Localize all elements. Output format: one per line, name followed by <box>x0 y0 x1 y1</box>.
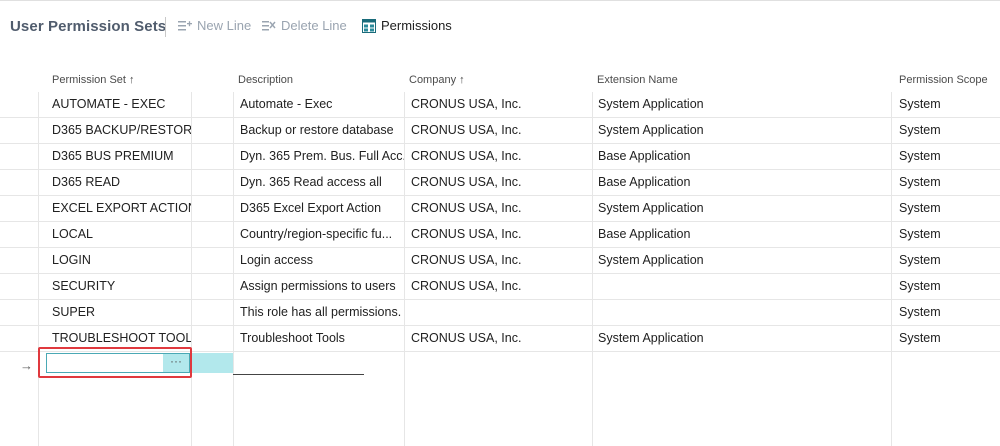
cell-company[interactable]: CRONUS USA, Inc. <box>411 274 592 299</box>
cell-extension-name: Base Application <box>598 149 691 163</box>
cell-description[interactable]: Backup or restore database <box>240 118 404 143</box>
cell-extension-name <box>598 274 891 299</box>
cell-description[interactable]: Login access <box>240 248 404 273</box>
cell-company[interactable]: CRONUS USA, Inc. <box>411 92 592 117</box>
cell-description[interactable]: Country/region-specific fu... <box>240 222 404 247</box>
table-row[interactable]: LOGIN Login access CRONUS USA, Inc. Syst… <box>0 248 1000 274</box>
delete-line-icon <box>262 20 276 32</box>
new-line-label: New Line <box>197 18 252 33</box>
col-header-extension-name[interactable]: Extension Name <box>597 74 678 86</box>
cell-company[interactable]: CRONUS USA, Inc. <box>411 248 592 273</box>
table-row[interactable]: SECURITY Assign permissions to users CRO… <box>0 274 1000 300</box>
cell-scope: System <box>899 149 941 163</box>
new-line-button[interactable]: New Line <box>178 18 251 33</box>
cell-company[interactable] <box>411 300 592 325</box>
cell-permission-set[interactable]: D365 READ <box>52 170 191 195</box>
new-line-icon <box>178 20 192 32</box>
cell-extension-name <box>598 300 891 325</box>
cell-scope: System <box>899 305 941 319</box>
new-row-arrow-icon: → <box>20 358 33 373</box>
cell-extension-name: System Application <box>598 331 704 345</box>
cell-company[interactable]: CRONUS USA, Inc. <box>411 170 592 195</box>
cell-company[interactable]: CRONUS USA, Inc. <box>411 144 592 169</box>
cell-scope: System <box>899 227 941 241</box>
col-header-description[interactable]: Description <box>238 74 293 86</box>
cell-description[interactable]: Assign permissions to users <box>240 274 404 299</box>
cell-scope: System <box>899 175 941 189</box>
table-row[interactable]: SUPER This role has all permissions. Sys… <box>0 300 1000 326</box>
cell-description[interactable]: Troubleshoot Tools <box>240 326 404 351</box>
table-row[interactable]: EXCEL EXPORT ACTION D365 Excel Export Ac… <box>0 196 1000 222</box>
table-row[interactable]: AUTOMATE - EXEC Automate - Exec CRONUS U… <box>0 92 1000 118</box>
col-header-permission-scope[interactable]: Permission Scope <box>899 74 988 86</box>
grid-header: Permission Set ↑ Description Company ↑ E… <box>0 72 1000 92</box>
cell-permission-set[interactable]: SUPER <box>52 300 191 325</box>
cell-description[interactable]: D365 Excel Export Action <box>240 196 404 221</box>
cell-extension-name: Base Application <box>598 175 691 189</box>
table-row[interactable]: D365 BUS PREMIUM Dyn. 365 Prem. Bus. Ful… <box>0 144 1000 170</box>
cell-extension-name: Base Application <box>598 227 691 241</box>
cell-permission-set[interactable]: LOGIN <box>52 248 191 273</box>
table-row[interactable]: D365 BACKUP/RESTORE Backup or restore da… <box>0 118 1000 144</box>
cell-description[interactable]: Automate - Exec <box>240 92 404 117</box>
cell-scope: System <box>899 97 941 111</box>
cell-scope: System <box>899 201 941 215</box>
cell-permission-set[interactable]: D365 BACKUP/RESTORE <box>52 118 191 143</box>
cell-company[interactable]: CRONUS USA, Inc. <box>411 222 592 247</box>
active-row-highlight <box>190 353 233 373</box>
cell-extension-name: System Application <box>598 253 704 267</box>
col-header-permission-set[interactable]: Permission Set ↑ <box>52 74 135 86</box>
delete-line-button[interactable]: Delete Line <box>262 18 347 33</box>
cell-description[interactable]: Dyn. 365 Prem. Bus. Full Acc. <box>240 144 404 169</box>
permissions-button[interactable]: Permissions <box>362 18 452 33</box>
toolbar-separator <box>165 17 166 37</box>
cell-company[interactable]: CRONUS USA, Inc. <box>411 196 592 221</box>
cell-permission-set[interactable]: LOCAL <box>52 222 191 247</box>
cell-permission-set[interactable]: D365 BUS PREMIUM <box>52 144 191 169</box>
table-row[interactable]: LOCAL Country/region-specific fu... CRON… <box>0 222 1000 248</box>
cell-extension-name: System Application <box>598 97 704 111</box>
table-row[interactable]: D365 READ Dyn. 365 Read access all CRONU… <box>0 170 1000 196</box>
delete-line-label: Delete Line <box>281 18 347 33</box>
page-toolbar: User Permission Sets New Line Delete Lin… <box>0 0 1000 52</box>
cell-scope: System <box>899 253 941 267</box>
cell-scope: System <box>899 331 941 345</box>
description-field-underline <box>233 374 364 375</box>
col-header-company[interactable]: Company ↑ <box>409 74 465 86</box>
cell-permission-set[interactable]: AUTOMATE - EXEC <box>52 92 191 117</box>
permissions-icon <box>362 18 376 33</box>
cell-company[interactable]: CRONUS USA, Inc. <box>411 326 592 351</box>
cell-permission-set[interactable]: EXCEL EXPORT ACTION <box>52 196 191 221</box>
cell-scope: System <box>899 279 941 293</box>
cell-company[interactable]: CRONUS USA, Inc. <box>411 118 592 143</box>
cell-extension-name: System Application <box>598 123 704 137</box>
cell-description[interactable]: This role has all permissions. <box>240 300 404 325</box>
page-title: User Permission Sets <box>10 18 167 35</box>
cell-extension-name: System Application <box>598 201 704 215</box>
cell-description[interactable]: Dyn. 365 Read access all <box>240 170 404 195</box>
cell-scope: System <box>899 123 941 137</box>
permissions-label: Permissions <box>381 18 452 33</box>
cell-permission-set[interactable]: SECURITY <box>52 274 191 299</box>
highlight-box <box>38 347 192 378</box>
